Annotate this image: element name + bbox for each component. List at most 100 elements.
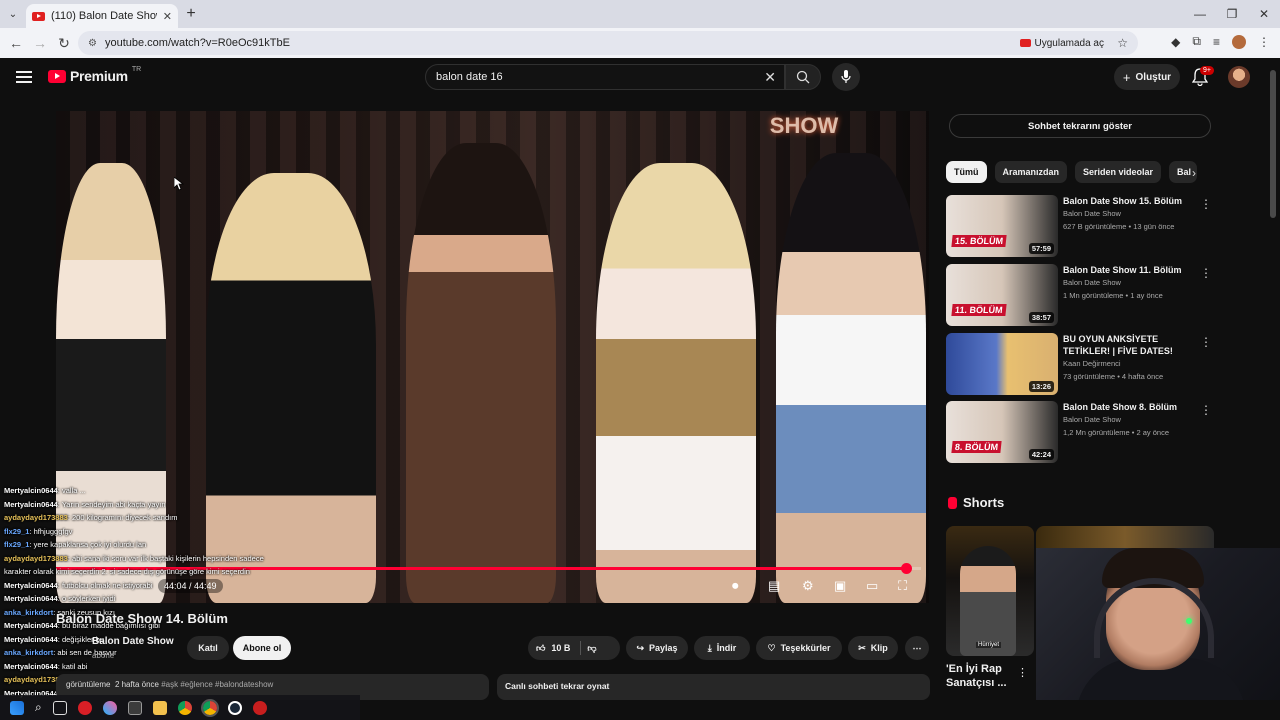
media-controls-icon[interactable]: ≡ <box>1213 35 1220 49</box>
video-thumbnail[interactable]: 13:26 <box>946 333 1058 395</box>
video-thumbnail[interactable]: 8. BÖLÜM 42:24 <box>946 401 1058 463</box>
site-info-icon[interactable]: ⚙ <box>88 38 97 49</box>
youtube-logo[interactable]: Premium TR <box>48 66 141 84</box>
subtitles-icon[interactable]: ▤ <box>768 578 780 594</box>
chat-username[interactable]: flx29_1 <box>4 540 29 549</box>
kebab-menu-icon[interactable]: ⋮ <box>1258 35 1270 49</box>
puzzle-icon[interactable]: ⧉ <box>1192 34 1201 49</box>
new-tab-button[interactable]: + <box>178 5 204 23</box>
hashtags[interactable]: #aşk #eğlence #balondateshow <box>161 680 273 689</box>
clear-search-icon[interactable]: ✕ <box>764 69 776 86</box>
chip-all[interactable]: Tümü <box>946 161 987 183</box>
recommended-video[interactable]: 8. BÖLÜM 42:24 Balon Date Show 8. Bölüm Bal… <box>946 401 1216 463</box>
search-input[interactable]: balon date 16 ✕ <box>425 64 785 90</box>
url-text[interactable]: youtube.com/watch?v=R0eOc91kTbE <box>105 37 290 49</box>
omnibox[interactable]: ⚙ youtube.com/watch?v=R0eOc91kTbE Uygula… <box>78 31 1138 55</box>
channel-name[interactable]: Balon Date Show <box>1063 413 1203 426</box>
minimize-icon[interactable]: — <box>1184 0 1216 28</box>
close-window-icon[interactable]: ✕ <box>1248 0 1280 28</box>
chat-username[interactable]: anka_kirkdort <box>4 648 53 657</box>
thanks-button[interactable]: ♡ Teşekkürler <box>756 636 842 660</box>
restore-icon[interactable]: ❐ <box>1216 0 1248 28</box>
close-icon[interactable]: ✕ <box>163 10 172 23</box>
share-button[interactable]: ↪ Paylaş <box>626 636 688 660</box>
miniplayer-icon[interactable]: ▣ <box>834 578 846 594</box>
recommended-video[interactable]: 11. BÖLÜM 38:57 Balon Date Show 11. Bölüm B… <box>946 264 1216 326</box>
chat-username[interactable]: Mertyalcin0644 <box>4 500 58 509</box>
chat-username[interactable]: flx29_1 <box>4 527 29 536</box>
channel-name[interactable]: Balon Date Show <box>1063 276 1203 289</box>
short-thumbnail[interactable]: Hürriyet <box>946 526 1034 656</box>
open-in-app-button[interactable]: Uygulamada aç <box>1019 38 1104 49</box>
chevron-right-icon[interactable]: › <box>1192 166 1196 180</box>
steam-icon[interactable] <box>227 700 242 715</box>
more-icon[interactable]: ⋮ <box>1200 197 1212 211</box>
more-actions-button[interactable]: ⋯ <box>905 636 929 660</box>
account-avatar[interactable] <box>1228 66 1250 88</box>
store-icon[interactable] <box>127 700 142 715</box>
chat-username[interactable]: aydaydayd173883 <box>4 554 68 563</box>
chat-username[interactable]: Mertyalcin0644 <box>4 662 58 671</box>
task-view-icon[interactable] <box>52 700 67 715</box>
channel-name[interactable]: Balon Date Show <box>1063 207 1203 220</box>
video-title[interactable]: Balon Date Show 11. Bölüm <box>1063 264 1203 276</box>
chrome-active-icon[interactable] <box>200 698 219 717</box>
dislike-button[interactable]: 👎︎ <box>587 643 596 654</box>
chat-username[interactable]: anka_kirkdort <box>4 608 53 617</box>
video-title[interactable]: BU OYUN ANKSİYETE TETİKLER! | FİVE DATES… <box>1063 333 1203 357</box>
settings-gear-icon[interactable]: ⚙ <box>802 578 814 594</box>
chat-username[interactable]: Mertyalcin0644 <box>4 621 58 630</box>
subscribe-button[interactable]: Abone ol <box>233 636 291 660</box>
video-thumbnail[interactable]: 15. BÖLÜM 57:59 <box>946 195 1058 257</box>
chat-username[interactable]: Mertyalcin0644 <box>4 594 58 603</box>
back-icon[interactable]: ← <box>4 35 28 51</box>
copilot-icon[interactable] <box>102 700 117 715</box>
recommended-video[interactable]: 15. BÖLÜM 57:59 Balon Date Show 15. Bölüm B… <box>946 195 1216 257</box>
search-value[interactable]: balon date 16 <box>436 71 503 83</box>
chat-username[interactable]: Mertyalcin0644 <box>4 581 58 590</box>
profile-avatar[interactable] <box>1232 34 1246 49</box>
more-icon[interactable]: ⋮ <box>1200 266 1212 280</box>
forward-icon[interactable]: → <box>28 35 52 51</box>
search-button[interactable] <box>785 64 821 90</box>
opera-icon[interactable] <box>77 700 92 715</box>
notifications-button[interactable]: 9+ <box>1191 66 1214 88</box>
more-icon[interactable]: ⋮ <box>1017 666 1028 679</box>
theater-mode-icon[interactable]: ▭ <box>866 578 878 594</box>
channel-name[interactable]: Balon Date Show <box>92 636 174 647</box>
chat-replay-box[interactable]: Canlı sohbeti tekrar oynat <box>497 674 930 700</box>
browser-tab[interactable]: (110) Balon Date Show 14. Bölü ✕ <box>26 4 178 28</box>
channel-name[interactable]: Kaan Değirmenci <box>1063 357 1203 370</box>
chat-username[interactable]: aydaydayd173883 <box>4 513 68 522</box>
join-button[interactable]: Katıl <box>187 636 229 660</box>
bookmark-star-icon[interactable]: ☆ <box>1117 36 1128 50</box>
chat-username[interactable]: Mertyalcin0644 <box>4 635 58 644</box>
create-button[interactable]: + Oluştur <box>1114 64 1180 90</box>
download-button[interactable]: ⤓ İndir <box>694 636 750 660</box>
page-scrollbar[interactable] <box>1270 70 1276 218</box>
video-title[interactable]: Balon Date Show 15. Bölüm <box>1063 195 1203 207</box>
recommended-video[interactable]: 13:26 BU OYUN ANKSİYETE TETİKLER! | FİVE … <box>946 333 1216 395</box>
short-thumbnail[interactable] <box>1036 526 1214 548</box>
video-thumbnail[interactable]: 11. BÖLÜM 38:57 <box>946 264 1058 326</box>
short-title[interactable]: 'En İyi Rap Sanatçısı ... <box>946 662 1016 690</box>
search-icon[interactable]: ⌕ <box>35 700 42 715</box>
show-chat-replay-button[interactable]: Sohbet tekrarını göster <box>949 114 1211 138</box>
chat-username[interactable]: Mertyalcin0644 <box>4 486 58 495</box>
fullscreen-icon[interactable]: ⛶ <box>898 578 907 594</box>
video-title[interactable]: Balon Date Show 8. Bölüm <box>1063 401 1203 413</box>
chip-series[interactable]: Seriden videolar <box>1075 161 1162 183</box>
tab-search-icon[interactable]: ⌄ <box>0 0 26 28</box>
chip-from-search[interactable]: Aramanızdan <box>994 161 1068 183</box>
extension-icon[interactable]: ◆ <box>1171 35 1180 49</box>
menu-icon[interactable] <box>16 71 32 83</box>
voice-search-button[interactable] <box>832 63 860 91</box>
clip-button[interactable]: ✂ Klip <box>848 636 898 660</box>
start-icon[interactable] <box>10 700 24 715</box>
reload-icon[interactable]: ↻ <box>52 35 76 52</box>
more-icon[interactable]: ⋮ <box>1200 403 1212 417</box>
more-icon[interactable]: ⋮ <box>1200 335 1212 349</box>
like-button[interactable]: 👍︎ 10 B <box>536 643 570 654</box>
file-explorer-icon[interactable] <box>152 700 167 715</box>
chrome-icon[interactable] <box>177 700 192 715</box>
